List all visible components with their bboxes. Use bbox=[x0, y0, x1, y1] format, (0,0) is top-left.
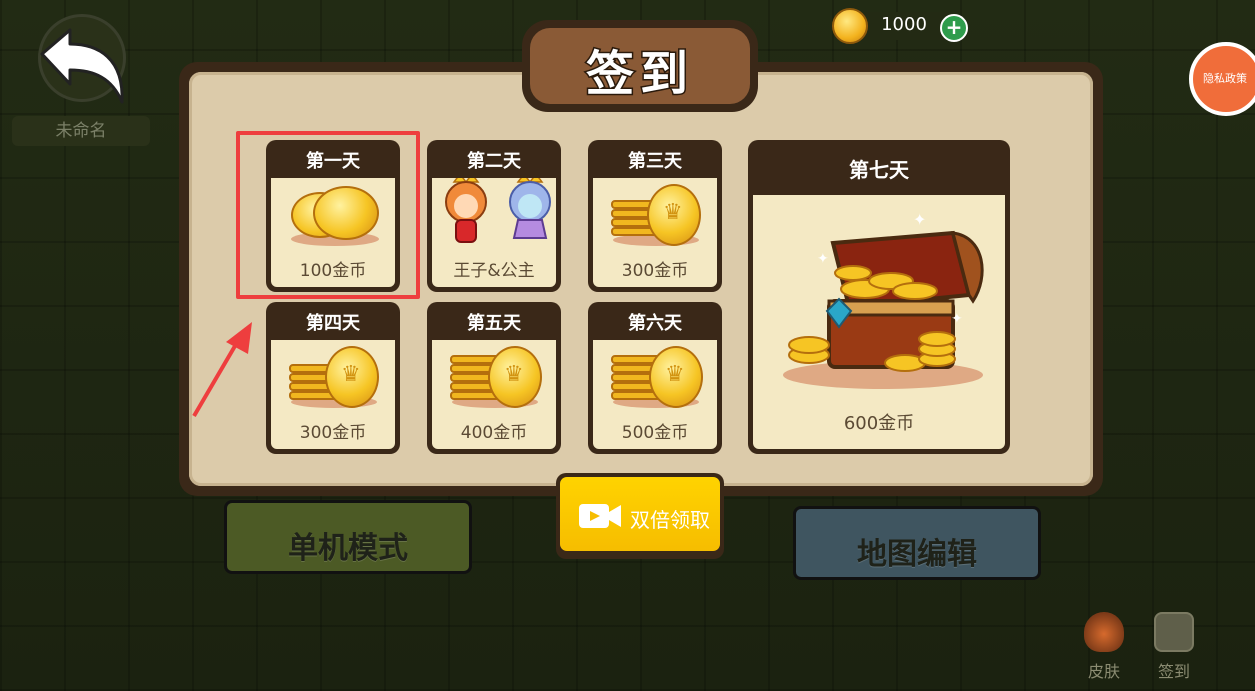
player-name: 未命名 bbox=[12, 116, 150, 146]
day-label: 第三天 bbox=[592, 144, 718, 178]
day-card-3[interactable]: 第三天 ♛ 300金币 bbox=[588, 140, 722, 292]
coin-icon bbox=[832, 8, 868, 44]
princess-icon bbox=[509, 178, 551, 239]
privacy-policy-button[interactable]: 隐私政策 bbox=[1189, 42, 1255, 116]
day-reward: 王子&公主 bbox=[453, 261, 535, 281]
day-card-body: 王子&公主 bbox=[432, 178, 556, 287]
crown-icon: ♛ bbox=[665, 362, 685, 387]
crown-icon: ♛ bbox=[341, 362, 361, 387]
svg-text:✦: ✦ bbox=[913, 210, 926, 229]
video-camera-icon bbox=[579, 504, 621, 528]
day-1-highlight bbox=[236, 131, 420, 299]
day-label: 第四天 bbox=[270, 306, 396, 340]
day-reward: 600金币 bbox=[843, 413, 915, 434]
crown-icon: ♛ bbox=[663, 200, 683, 225]
double-claim-button[interactable]: 双倍领取 bbox=[556, 473, 724, 559]
day-card-5[interactable]: 第五天 ♛ 400金币 bbox=[427, 302, 561, 454]
day-card-body: ♛ 300金币 bbox=[593, 178, 717, 287]
crown-icon: ♛ bbox=[504, 362, 524, 387]
flame-icon bbox=[1084, 612, 1124, 652]
coin-balance: 1000 + bbox=[832, 8, 970, 44]
day-card-body: ♛ 300金币 bbox=[271, 340, 395, 449]
back-arrow-icon bbox=[40, 28, 124, 104]
add-coins-button[interactable]: + bbox=[940, 14, 968, 42]
day-label: 第七天 bbox=[849, 158, 909, 182]
pointer-arrow-icon bbox=[192, 322, 252, 418]
back-button[interactable] bbox=[38, 14, 126, 104]
svg-text:✦: ✦ bbox=[817, 251, 829, 267]
treasure-chest-icon: ✦ ✦ ✦ bbox=[783, 210, 984, 389]
map-editor-label: 地图编辑 bbox=[857, 537, 977, 572]
day-reward: 300金币 bbox=[621, 261, 689, 281]
day-card-4[interactable]: 第四天 ♛ 300金币 bbox=[266, 302, 400, 454]
day-label: 第六天 bbox=[592, 306, 718, 340]
day-label: 第五天 bbox=[431, 306, 557, 340]
dialog-title: 签到 bbox=[584, 45, 694, 104]
day-card-body: ✦ ✦ ✦ 600金币 bbox=[753, 195, 1005, 449]
day-card-body: ♛ 500金币 bbox=[593, 340, 717, 449]
double-claim-face: 双倍领取 bbox=[560, 477, 720, 551]
dialog-title-plate: 签到 bbox=[522, 20, 758, 112]
day-reward: 400金币 bbox=[460, 423, 528, 443]
day-label: 第二天 bbox=[431, 144, 557, 178]
prince-icon bbox=[445, 178, 487, 243]
day-card-7[interactable]: 第七天 ✦ ✦ ✦ 600金币 bbox=[748, 140, 1010, 454]
privacy-policy-label: 隐私政策 bbox=[1203, 72, 1247, 85]
signin-corner-button[interactable]: 签到 bbox=[1144, 612, 1204, 686]
skin-label: 皮肤 bbox=[1087, 662, 1120, 681]
day-reward: 500金币 bbox=[621, 423, 689, 443]
clipboard-check-icon bbox=[1154, 612, 1194, 652]
skin-button[interactable]: 皮肤 bbox=[1074, 612, 1134, 686]
single-mode-button[interactable]: 单机模式 bbox=[224, 500, 472, 574]
double-claim-label: 双倍领取 bbox=[630, 508, 710, 532]
single-mode-label: 单机模式 bbox=[288, 531, 408, 566]
day-card-2[interactable]: 第二天 王子&公主 bbox=[427, 140, 561, 292]
day-card-6[interactable]: 第六天 ♛ 500金币 bbox=[588, 302, 722, 454]
day-card-body: ♛ 400金币 bbox=[432, 340, 556, 449]
map-editor-button[interactable]: 地图编辑 bbox=[793, 506, 1041, 580]
day-reward: 300金币 bbox=[299, 423, 367, 443]
coin-amount: 1000 bbox=[881, 14, 927, 35]
signin-corner-label: 签到 bbox=[1157, 662, 1190, 681]
svg-text:✦: ✦ bbox=[951, 311, 963, 327]
dialog-title-plate-inner: 签到 bbox=[530, 28, 750, 104]
